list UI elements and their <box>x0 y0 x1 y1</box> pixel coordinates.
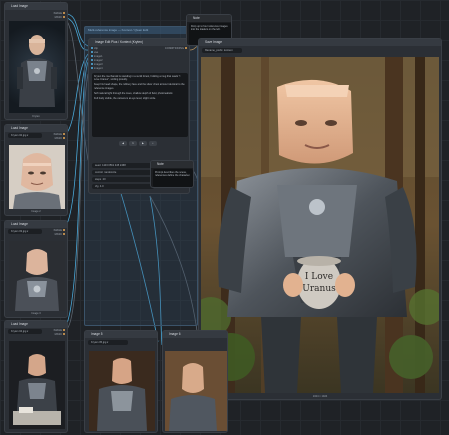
kryten-thumbnail-5 <box>89 351 155 431</box>
load-image-node-3[interactable]: Load Image IMAGE MASK Kryten 03.jpg ▾ Im… <box>4 220 68 318</box>
field-label: filename_prefix <box>205 49 223 52</box>
load-image-node-6[interactable]: Image 6 <box>162 330 228 433</box>
prompt-paragraph: Full body visible, the camera is at eye … <box>94 96 156 100</box>
prompt-paragraph: Kryten the mechanoid is standing in a su… <box>94 75 181 82</box>
load-image-node-2[interactable]: Load Image IMAGE MASK Kryten 02.jpg ▾ Im… <box>4 124 68 216</box>
field-value: 20 <box>102 178 106 181</box>
field-value: 4.0 <box>99 185 104 188</box>
vae-input-port[interactable]: vae <box>91 51 98 54</box>
field-label: seed <box>95 164 101 167</box>
note-node-mid[interactable]: Note Prompt describes the scene, referen… <box>150 160 194 188</box>
stop-button[interactable]: ▪ <box>149 141 157 146</box>
filename-prefix-field[interactable]: filename_prefix kontext <box>202 48 242 53</box>
pager-controls: ◀ 1 ▶ ▪ <box>119 141 159 147</box>
image-select[interactable]: Kryten 05.jpg ▾ <box>88 340 128 345</box>
node-title: Load Image <box>5 221 67 228</box>
field-seed[interactable]: seed 1103 0561 445 2468 <box>92 163 154 168</box>
load-image-node-4[interactable]: Load Image IMAGE MASK Kryten 04.jpg ▾ <box>4 320 68 433</box>
kryten-face-thumbnail <box>9 145 65 209</box>
image-output-port[interactable]: IMAGE <box>54 12 65 15</box>
kryten-thumbnail <box>9 21 65 113</box>
field-value: 1103 0561 445 2468 <box>102 164 126 167</box>
mug-text-line1: I Love <box>305 272 333 282</box>
image-caption: Image 3 <box>31 312 41 315</box>
note-text[interactable]: Prompt describes the scene, references d… <box>153 169 193 187</box>
image-select[interactable]: Kryten 04.jpg ▾ <box>8 329 42 334</box>
field-value: randomize <box>104 171 117 174</box>
load-image-node-1[interactable]: Load Image IMAGE MASK Kryten <box>4 2 68 120</box>
image-output-port[interactable]: IMAGE <box>54 229 65 232</box>
image-caption: Kryten <box>32 115 40 118</box>
field-label: control <box>95 171 103 174</box>
field-steps[interactable]: steps 20 <box>92 177 154 182</box>
prev-button[interactable]: ◀ <box>119 141 127 146</box>
node-title: Image 6 <box>163 331 227 338</box>
mask-output-port[interactable]: MASK <box>55 333 65 336</box>
clip-input-port[interactable]: clip <box>91 47 98 50</box>
image-select[interactable]: Kryten 02.jpg ▾ <box>8 133 42 138</box>
kryten-thumbnail-6 <box>165 351 227 431</box>
kryten-portrait-thumbnail <box>9 241 65 311</box>
group-label: Multi-reference image — Kontext / Qwen E… <box>85 27 197 34</box>
node-title: Save Image <box>199 39 441 46</box>
field-label: cfg <box>95 185 99 188</box>
save-image-node[interactable]: Save Image filename_prefix kontext I Lov… <box>198 38 442 400</box>
node-title: Image 5 <box>85 331 157 338</box>
mug-text-line2: Uranus <box>302 284 336 294</box>
node-title: Load Image <box>5 321 67 328</box>
node-title: Note <box>187 15 231 22</box>
field-value: kontext <box>224 49 233 52</box>
image-caption: Image 2 <box>31 210 41 213</box>
node-title: Image Edit Plus / Kontext (Kryten) <box>89 39 189 46</box>
conditioning-output-port[interactable]: CONDITIONING <box>165 47 187 50</box>
field-cfg[interactable]: cfg 4.0 <box>92 184 154 189</box>
image3-input-port[interactable]: image3 <box>91 63 103 66</box>
image2-input-port[interactable]: image2 <box>91 59 103 62</box>
mask-output-port[interactable]: MASK <box>55 137 65 140</box>
next-button[interactable]: ▶ <box>139 141 147 146</box>
image4-input-port[interactable]: image4 <box>91 67 103 70</box>
prompt-textarea[interactable]: Kryten the mechanoid is standing in a su… <box>92 73 188 137</box>
prompt-paragraph: Keep his head shape, the rubbery face an… <box>94 83 185 90</box>
node-title: Note <box>151 161 193 168</box>
mask-output-port[interactable]: MASK <box>55 16 65 19</box>
page-indicator: 1 <box>129 141 137 146</box>
mask-output-port[interactable]: MASK <box>55 233 65 236</box>
image-output-port[interactable]: IMAGE <box>54 329 65 332</box>
load-image-node-5[interactable]: Image 5 Kryten 05.jpg ▾ <box>84 330 158 433</box>
image-output-port[interactable]: IMAGE <box>54 133 65 136</box>
node-title: Load Image <box>5 125 67 132</box>
node-title: Load Image <box>5 3 67 10</box>
prompt-paragraph: Soft natural light through the trees, sh… <box>94 91 174 95</box>
image1-input-port[interactable]: image1 <box>91 55 103 58</box>
kryten-desk-thumbnail <box>9 341 65 429</box>
image-size-caption: 1024 × 1024 <box>312 395 328 398</box>
field-control[interactable]: control randomize <box>92 170 154 175</box>
image-select[interactable]: Kryten 03.jpg ▾ <box>8 229 42 234</box>
field-label: steps <box>95 178 102 181</box>
output-image: I Love Uranus <box>201 57 439 393</box>
